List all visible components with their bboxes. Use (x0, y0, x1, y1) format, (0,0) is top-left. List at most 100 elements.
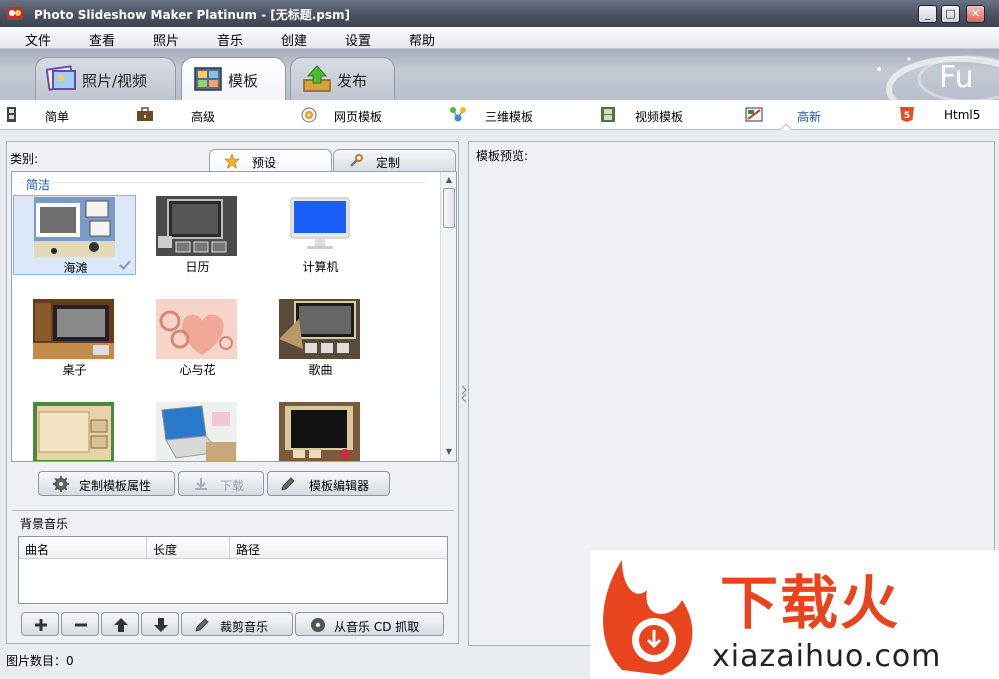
title-bar: Photo Slideshow Maker Platinum - [无标题.ps… (0, 0, 999, 27)
template-name: 日历 (185, 260, 210, 274)
music-list[interactable]: 曲名 长度 路径 (18, 536, 448, 604)
photos-icon (46, 65, 76, 91)
template-vintage[interactable] (259, 401, 382, 461)
template-name: 心与花 (179, 363, 216, 377)
template-scrapbook[interactable] (13, 401, 136, 461)
song-template-thumbnail (279, 299, 360, 359)
nav-web-templates[interactable]: 网页模板 (300, 100, 420, 130)
background-music-title: 背景音乐 (20, 517, 69, 531)
menu-photos[interactable]: 照片 (153, 30, 179, 49)
menu-settings[interactable]: 设置 (345, 30, 371, 49)
nav-3d-templates[interactable]: 三维模板 (449, 100, 569, 130)
3d-molecule-icon (450, 107, 466, 122)
scroll-down-icon[interactable]: ▼ (443, 446, 455, 458)
nav-video-templates[interactable]: 视频模板 (599, 100, 719, 130)
vintage-template-thumbnail (279, 402, 360, 461)
template-laptop[interactable] (136, 401, 259, 461)
scroll-up-icon[interactable]: ▲ (443, 174, 455, 186)
template-editor-button[interactable]: 模板编辑器 (267, 471, 390, 496)
scrapbook-template-thumbnail (33, 402, 114, 461)
gallery-scrollbar[interactable]: ▲ ▼ (440, 172, 456, 461)
trim-music-label: 裁剪音乐 (220, 620, 269, 634)
template-preview-label: 模板预览: (476, 149, 529, 163)
nav-hd[interactable]: 高新 (745, 100, 865, 130)
laptop-template-thumbnail (156, 402, 237, 461)
tab-photos-video-label: 照片/视频 (82, 72, 148, 90)
tab-templates[interactable]: 模板 (181, 57, 286, 100)
template-category-bar: 简单 高级 网页模板 三维模板 视频模板 高新 5 Html5 (0, 100, 999, 130)
menu-music[interactable]: 音乐 (217, 30, 243, 49)
move-down-button[interactable] (141, 612, 179, 636)
category-label: 类别: (10, 152, 39, 166)
scroll-thumb[interactable] (443, 188, 455, 228)
arrow-up-icon (114, 618, 128, 632)
download-button[interactable]: 下载 (178, 471, 264, 496)
column-header-path[interactable]: 路径 (230, 537, 447, 559)
tab-photos-video[interactable]: 照片/视频 (35, 57, 176, 100)
hd-icon (745, 107, 763, 122)
tab-publish[interactable]: 发布 (290, 57, 395, 100)
trim-music-button[interactable]: 裁剪音乐 (181, 612, 293, 636)
window-title: Photo Slideshow Maker Platinum - [无标题.ps… (34, 8, 351, 22)
tab-publish-label: 发布 (337, 72, 368, 90)
web-icon (301, 107, 317, 123)
watermark-text: 下载火 (720, 569, 901, 637)
watermark: 下载火 xiazaihuo.com (590, 550, 999, 679)
template-heart-flower[interactable]: 心与花 (136, 298, 259, 378)
film-icon (601, 107, 615, 122)
remove-music-button[interactable] (61, 612, 99, 636)
menu-bar: 文件 查看 照片 音乐 创建 设置 帮助 (0, 27, 999, 49)
background-music-group: 背景音乐 曲名 长度 路径 裁剪音乐 从音乐 CD 抓取 (12, 510, 454, 640)
active-category-pointer-icon (780, 124, 792, 130)
beach-template-thumbnail (34, 197, 115, 257)
template-calendar[interactable]: 日历 (136, 195, 259, 275)
tab-preset[interactable]: 预设 (209, 149, 332, 172)
template-icon (194, 67, 222, 91)
customize-template-button[interactable]: 定制模板属性 (38, 471, 175, 496)
minimize-button[interactable]: _ (918, 5, 937, 23)
close-button[interactable]: ✕ (966, 5, 985, 23)
tab-preset-label: 预设 (252, 156, 277, 170)
menu-view[interactable]: 查看 (89, 30, 115, 49)
selected-check-icon (119, 260, 131, 270)
app-icon (7, 7, 23, 20)
pencil-icon (281, 477, 295, 491)
column-header-title[interactable]: 曲名 (19, 537, 147, 559)
menu-help[interactable]: 帮助 (409, 30, 435, 49)
template-name: 计算机 (302, 260, 339, 274)
add-music-button[interactable] (21, 612, 59, 636)
nav-simple[interactable]: 简单 (5, 100, 115, 130)
menu-create[interactable]: 创建 (281, 30, 307, 49)
template-name: 歌曲 (308, 363, 333, 377)
calendar-template-thumbnail (156, 196, 237, 256)
brand-decoration-icon: Fu (877, 55, 999, 100)
download-icon (195, 478, 207, 490)
customize-template-label: 定制模板属性 (79, 479, 152, 493)
tab-templates-label: 模板 (228, 72, 259, 90)
rip-cd-button[interactable]: 从音乐 CD 抓取 (295, 612, 444, 636)
template-beach[interactable]: 海滩 (13, 195, 136, 275)
column-header-length[interactable]: 长度 (147, 537, 230, 559)
tab-custom[interactable]: 定制 (333, 149, 456, 171)
group-divider (20, 182, 425, 183)
heart-flower-template-thumbnail (156, 299, 237, 359)
template-desk[interactable]: 桌子 (13, 298, 136, 378)
download-label: 下载 (220, 479, 245, 493)
computer-template-thumbnail (279, 196, 360, 256)
svg-text:Fu: Fu (939, 60, 974, 95)
template-computer[interactable]: 计算机 (259, 195, 382, 275)
watermark-domain: xiazaihuo.com (712, 639, 942, 674)
template-song[interactable]: 歌曲 (259, 298, 382, 378)
rip-cd-label: 从音乐 CD 抓取 (334, 620, 420, 634)
template-gallery: 简洁 海滩 日历 计算机 桌子 心与花 歌曲 ▲ ▼ (11, 171, 457, 462)
gear-icon (53, 476, 69, 492)
wrench-icon (350, 154, 363, 167)
minus-icon (75, 623, 87, 627)
nav-advanced[interactable]: 高级 (136, 100, 256, 130)
nav-html5[interactable]: 5 Html5 (898, 100, 998, 130)
menu-file[interactable]: 文件 (25, 30, 51, 49)
maximize-button[interactable]: □ (941, 5, 960, 23)
move-up-button[interactable] (101, 612, 139, 636)
svg-text:5: 5 (904, 111, 910, 121)
template-selector-panel: 类别: 预设 定制 简洁 海滩 日历 计算机 桌子 心与花 歌曲 ▲ ▼ 定制模… (6, 141, 459, 644)
